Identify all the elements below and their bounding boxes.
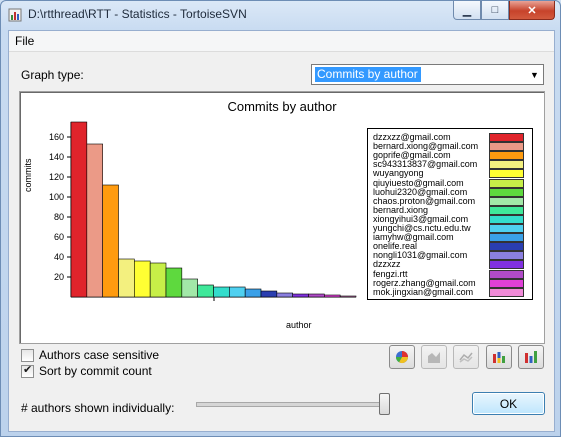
authors-shown-label: # authors shown individually: xyxy=(21,401,175,415)
authors-case-sensitive-checkbox[interactable] xyxy=(21,348,34,362)
legend-swatch xyxy=(489,251,524,261)
bar-11 xyxy=(229,286,246,298)
legend-swatch xyxy=(489,169,524,179)
bar-13 xyxy=(260,290,278,298)
legend-swatch xyxy=(489,224,524,233)
authors-case-sensitive-label: Authors case sensitive xyxy=(39,348,160,362)
line-chart-button[interactable] xyxy=(453,345,479,369)
bar-chart-button[interactable] xyxy=(518,345,544,369)
bar-5 xyxy=(134,260,151,298)
bar-17 xyxy=(324,294,341,298)
y-tick-label: 80 xyxy=(54,212,64,222)
legend-swatch xyxy=(489,287,524,297)
maximize-icon: □ xyxy=(491,4,499,16)
legend-swatch xyxy=(489,205,524,215)
legend-label: mok.jingxian@gmail.com xyxy=(373,286,474,297)
bar-12 xyxy=(244,288,262,298)
legend-item: mok.jingxian@gmail.com xyxy=(368,286,532,297)
minimize-button[interactable]: ▁ xyxy=(453,1,481,20)
sort-by-commit-count-option[interactable]: ✔ Sort by commit count xyxy=(21,364,152,378)
legend-swatch xyxy=(489,187,524,197)
checkmark-icon: ✔ xyxy=(23,363,33,376)
authors-shown-slider-thumb[interactable] xyxy=(379,393,390,415)
bar-9 xyxy=(197,284,214,298)
legend-swatch xyxy=(489,233,524,243)
title-bar[interactable]: D:\rtthread\RTT - Statistics - TortoiseS… xyxy=(1,1,560,29)
x-axis-label: author xyxy=(286,320,312,330)
pie-chart-button[interactable] xyxy=(389,345,415,369)
tortoisesvn-app-icon xyxy=(8,8,22,22)
bar-6 xyxy=(149,262,167,298)
minimize-icon: ▁ xyxy=(462,4,472,17)
bar-1 xyxy=(70,121,88,298)
stacked-bar-chart-button[interactable] xyxy=(486,345,512,369)
close-button[interactable]: ✕ xyxy=(509,1,555,20)
graph-panel: Commits by author 20 40 60 80 100 120 140 160 c… xyxy=(19,91,545,344)
sort-by-commit-count-label: Sort by commit count xyxy=(39,364,152,378)
y-tick-label: 160 xyxy=(49,132,64,142)
legend-swatch xyxy=(489,242,524,252)
y-tick-label: 140 xyxy=(49,152,64,162)
bar-16 xyxy=(308,293,325,298)
legend-swatch xyxy=(489,260,524,270)
bar-3 xyxy=(102,184,119,298)
ok-button[interactable]: OK xyxy=(472,392,545,415)
legend-swatch xyxy=(489,214,524,224)
graph-type-selected: Commits by author xyxy=(315,67,421,82)
dialog-client-area: File Graph type: Commits by author ▼ Com… xyxy=(8,30,555,432)
legend-swatch xyxy=(489,151,524,161)
area-chart-icon xyxy=(428,352,440,363)
bar-14 xyxy=(276,292,293,298)
bar-15 xyxy=(292,293,309,298)
graph-type-label: Graph type: xyxy=(21,68,84,82)
y-tick-label: 40 xyxy=(54,252,64,262)
window-title: D:\rtthread\RTT - Statistics - TortoiseS… xyxy=(28,7,247,21)
menu-file[interactable]: File xyxy=(15,34,34,48)
authors-case-sensitive-option[interactable]: Authors case sensitive xyxy=(21,348,159,362)
y-tick-label: 20 xyxy=(54,272,64,282)
y-axis-label: commits xyxy=(23,158,33,193)
graph-type-select[interactable]: Commits by author ▼ xyxy=(311,64,544,85)
y-tick-label: 60 xyxy=(54,232,64,242)
ok-button-label: OK xyxy=(499,396,518,411)
line-chart-icon xyxy=(459,352,473,363)
legend-swatch xyxy=(489,160,524,170)
bar-7 xyxy=(165,267,183,298)
bar-2 xyxy=(86,143,103,298)
chart-legend: dzzxzz@gmail.com bernard.xiong@gmail.com g… xyxy=(367,128,533,300)
legend-swatch xyxy=(489,278,524,288)
pie-chart-icon xyxy=(396,351,408,364)
bar-4 xyxy=(118,258,135,298)
close-icon: ✕ xyxy=(527,4,537,17)
bar-chart-icon xyxy=(525,351,537,363)
legend-swatch xyxy=(489,142,524,152)
legend-swatch xyxy=(489,178,524,188)
legend-swatch xyxy=(489,133,524,142)
y-tick-label: 100 xyxy=(49,192,64,202)
sort-by-commit-count-checkbox[interactable]: ✔ xyxy=(21,363,34,378)
bar-10 xyxy=(213,286,230,298)
statistics-window: D:\rtthread\RTT - Statistics - TortoiseS… xyxy=(0,0,561,437)
bar-8 xyxy=(181,278,198,298)
stacked-bar-chart-icon xyxy=(493,352,505,363)
menu-bar: File xyxy=(9,31,554,52)
chevron-down-icon[interactable]: ▼ xyxy=(526,65,543,84)
maximize-button[interactable]: □ xyxy=(481,1,509,20)
y-tick-label: 120 xyxy=(49,172,64,182)
legend-swatch xyxy=(489,196,524,206)
area-chart-button[interactable] xyxy=(421,345,447,369)
bar-18 xyxy=(339,295,357,298)
authors-shown-slider-track[interactable] xyxy=(196,402,389,407)
legend-swatch xyxy=(489,269,524,279)
